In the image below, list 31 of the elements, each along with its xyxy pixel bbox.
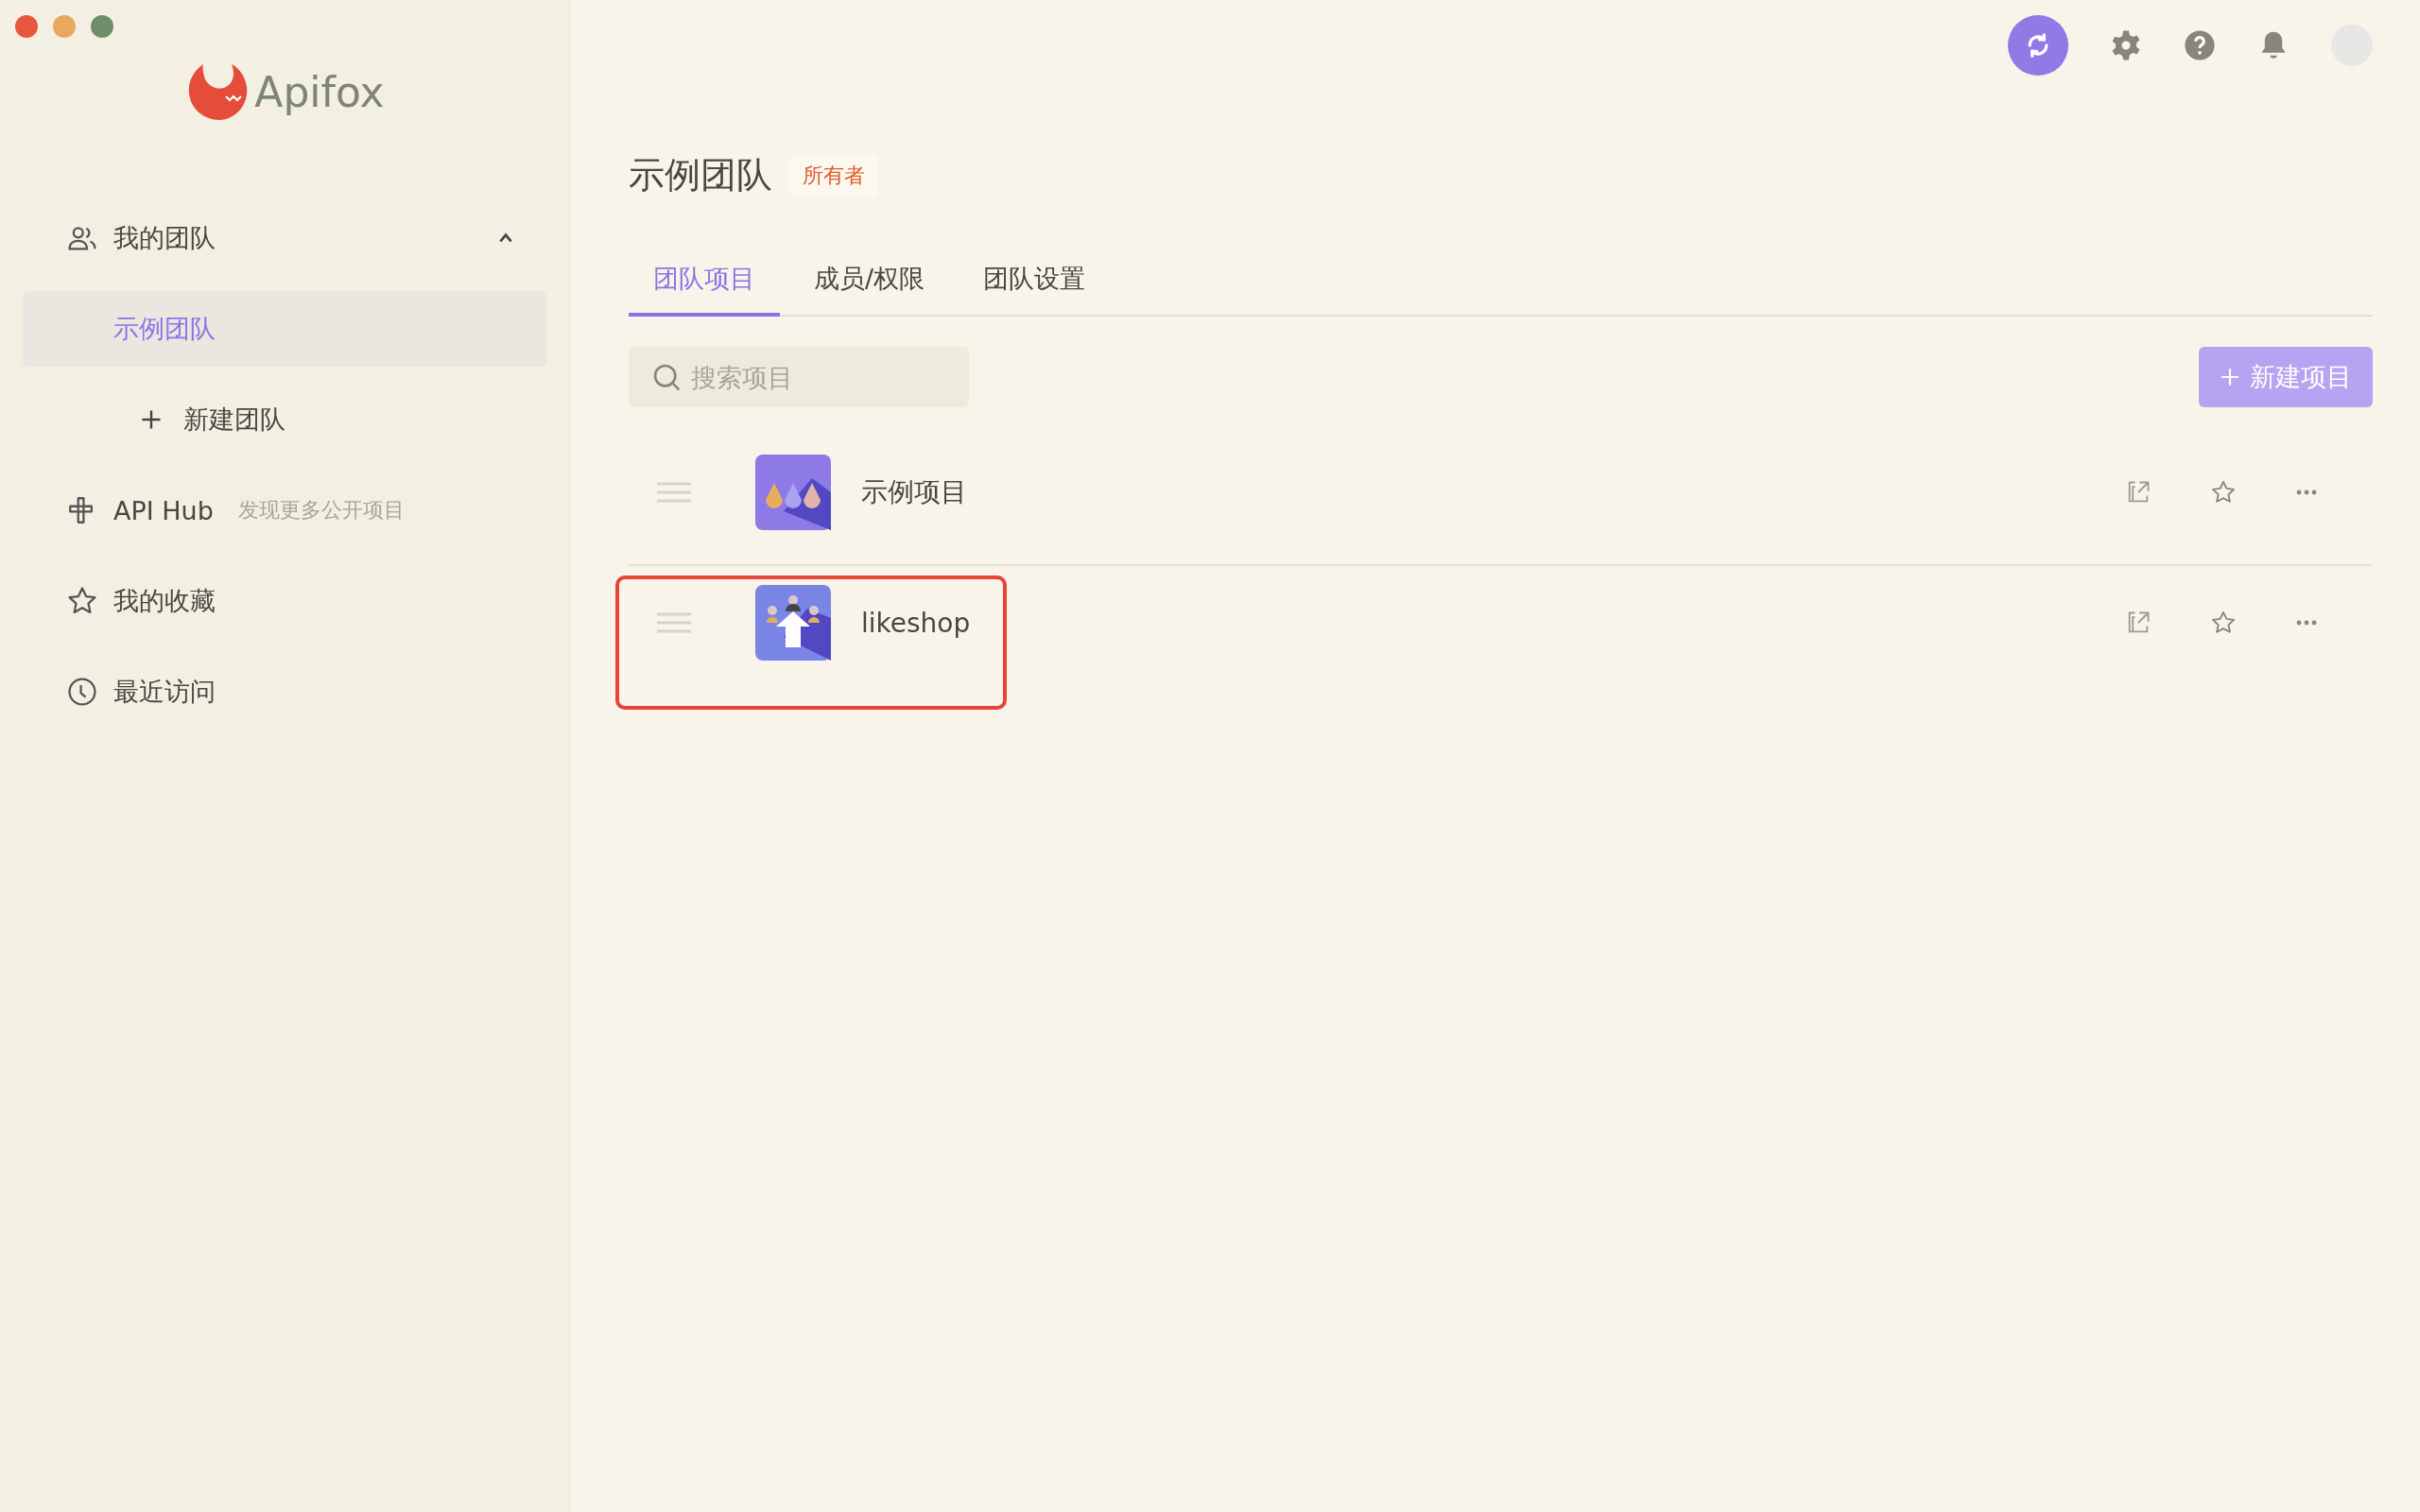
sidebar-item[interactable]: 最近访问 bbox=[23, 646, 546, 737]
tab[interactable]: 团队设置 bbox=[959, 245, 1111, 317]
plus-icon bbox=[2220, 367, 2240, 387]
tab[interactable]: 成员/权限 bbox=[789, 245, 950, 317]
project-people-icon bbox=[755, 585, 831, 661]
new-team-item[interactable]: 新建团队 bbox=[23, 382, 546, 457]
more-icon[interactable] bbox=[2295, 619, 2318, 627]
help-icon[interactable] bbox=[2184, 29, 2216, 61]
sidebar-item[interactable]: 我的收藏 bbox=[23, 556, 546, 646]
star-icon[interactable] bbox=[2210, 610, 2237, 636]
project-name[interactable]: 示例项目 bbox=[861, 474, 967, 510]
drag-handle-icon[interactable] bbox=[657, 611, 691, 634]
window-control[interactable] bbox=[15, 15, 38, 38]
settings-icon[interactable] bbox=[2110, 29, 2142, 61]
sidebar-item[interactable]: API Hub 发现更多公开项目 bbox=[23, 465, 546, 556]
search-field[interactable]: 搜索项目 bbox=[629, 347, 969, 407]
hint-text: 发现更多公开项目 bbox=[237, 497, 405, 524]
plus-icon bbox=[140, 408, 163, 431]
window-control[interactable] bbox=[53, 15, 76, 38]
team-title: 示例团队 bbox=[629, 153, 772, 198]
more-icon[interactable] bbox=[2295, 489, 2318, 496]
star-icon[interactable] bbox=[2210, 479, 2237, 506]
sidebar-group[interactable]: 我的团队 bbox=[23, 193, 546, 284]
project-drops-icon bbox=[755, 455, 831, 530]
app-name: Apifox bbox=[254, 67, 385, 116]
window-control[interactable] bbox=[91, 15, 113, 38]
role-tag: 所有者 bbox=[789, 153, 878, 198]
clock-icon bbox=[66, 676, 98, 708]
project-name[interactable]: likeshop bbox=[861, 607, 971, 639]
search-icon bbox=[651, 362, 682, 392]
drag-handle-icon[interactable] bbox=[657, 481, 691, 504]
